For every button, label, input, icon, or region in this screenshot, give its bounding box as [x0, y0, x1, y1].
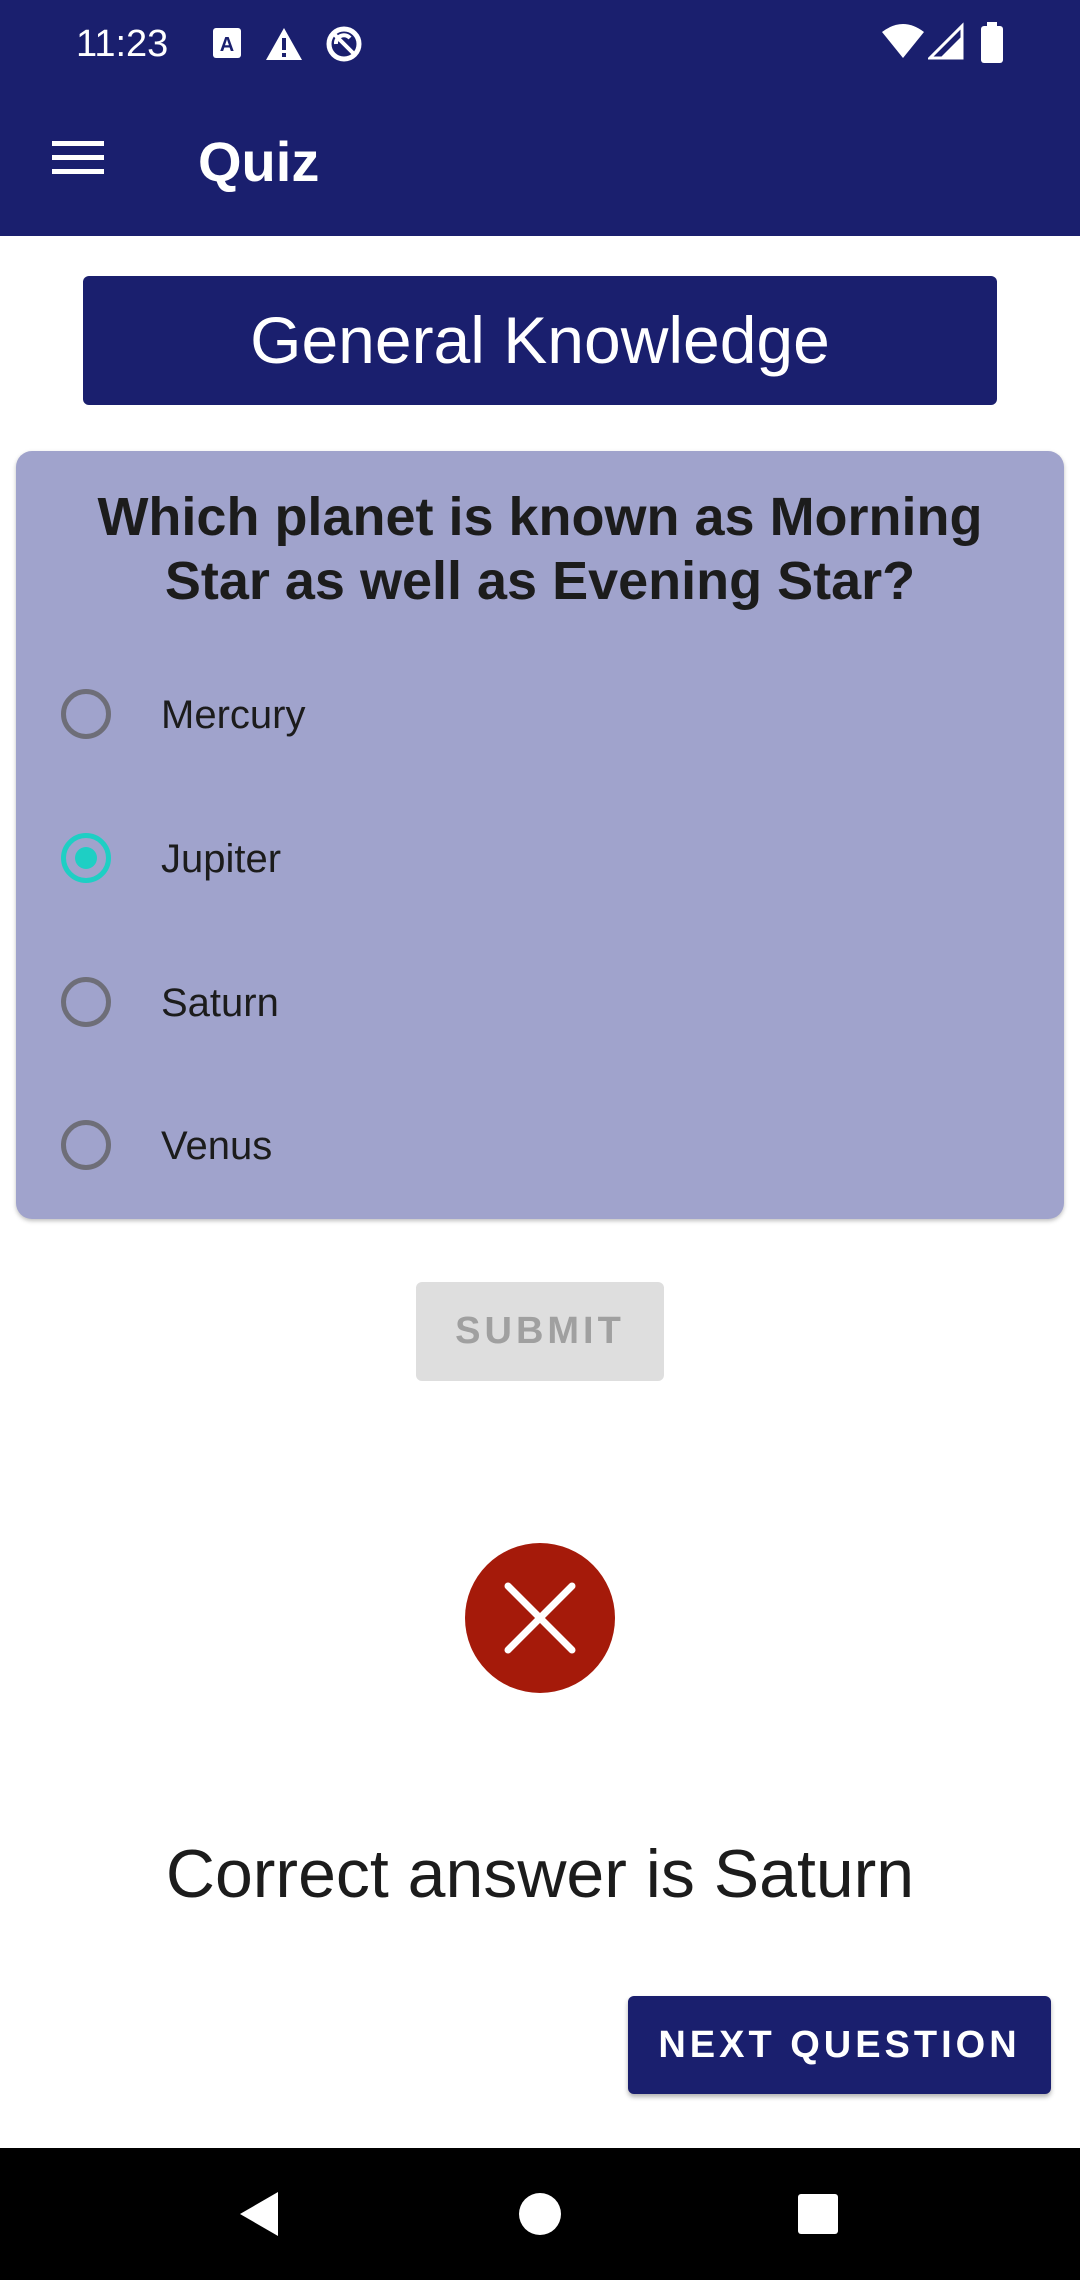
block-sync-icon: [326, 26, 362, 62]
navigation-bar: [0, 2148, 1080, 2280]
option-label: Saturn: [161, 981, 279, 1025]
text-a-icon: A: [213, 28, 241, 58]
question-card: Which planet is known as Morning Star as…: [16, 451, 1064, 1219]
wrong-cross-icon: [465, 1543, 615, 1693]
svg-text:A: A: [220, 34, 234, 56]
back-icon[interactable]: [230, 2184, 290, 2244]
question-text: Which planet is known as Morning Star as…: [97, 487, 983, 611]
next-question-button[interactable]: NEXT QUESTION: [628, 1996, 1051, 2094]
page-title: Quiz: [198, 130, 320, 193]
radio-button[interactable]: [61, 689, 111, 739]
radio-button[interactable]: [61, 1120, 111, 1170]
status-time: 11:23: [76, 23, 169, 65]
option-jupiter[interactable]: Jupiter: [16, 801, 1064, 921]
signal-icon: [928, 22, 964, 60]
category-title: General Knowledge: [83, 276, 997, 405]
radio-button-selected[interactable]: [61, 833, 111, 883]
wifi-icon: [882, 24, 924, 58]
home-icon[interactable]: [510, 2184, 570, 2244]
option-label: Jupiter: [161, 837, 282, 881]
status-bar: 11:23 A: [0, 0, 1080, 88]
recents-icon[interactable]: [788, 2184, 848, 2244]
option-label: Venus: [161, 1124, 273, 1168]
result-text: Correct answer is Saturn: [165, 1836, 915, 1912]
option-venus[interactable]: Venus: [16, 1088, 1064, 1208]
option-label: Mercury: [161, 693, 306, 737]
option-saturn[interactable]: Saturn: [16, 945, 1064, 1065]
option-mercury[interactable]: Mercury: [16, 657, 1064, 777]
alert-triangle-icon: [266, 28, 302, 60]
submit-button[interactable]: SUBMIT: [416, 1282, 664, 1381]
app-bar: Quiz: [0, 88, 1080, 236]
radio-button[interactable]: [61, 977, 111, 1027]
battery-icon: [981, 22, 1003, 63]
hamburger-menu-icon[interactable]: [52, 138, 104, 178]
